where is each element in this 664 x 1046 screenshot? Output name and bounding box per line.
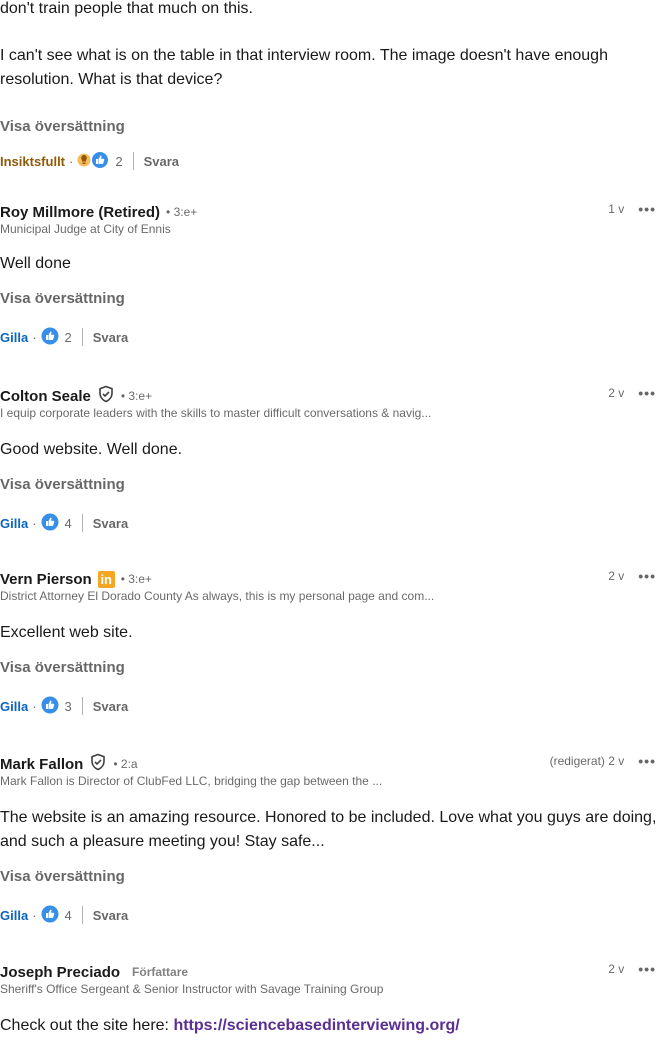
dot-separator: · (69, 153, 74, 169)
divider (81, 697, 83, 715)
commenter-headline: Sheriff's Office Sergeant & Senior Instr… (0, 982, 384, 996)
comment-text-line: don't train people that much on this. (0, 0, 253, 17)
divider (81, 514, 83, 532)
translate-link[interactable]: Visa översättning (0, 474, 125, 496)
comment-meta: (redigerat) 2 v ••• (550, 753, 656, 769)
commenter-headline: I equip corporate leaders with the skill… (0, 406, 432, 420)
dot-separator: · (32, 515, 37, 531)
social-actions: Insiktsfullt · 2 Svara (0, 150, 179, 172)
comment-text: Excellent web site. (0, 624, 133, 641)
divider (81, 328, 83, 346)
translate-link[interactable]: Visa översättning (0, 657, 125, 679)
more-options-icon[interactable]: ••• (638, 386, 656, 400)
commenter-headline: District Attorney El Dorado County As al… (0, 589, 435, 603)
like-reaction-icon[interactable] (41, 513, 59, 534)
comment-time: (redigerat) 2 v (549, 754, 625, 768)
comment-meta: 2 v ••• (608, 961, 656, 977)
comment-meta: 2 v ••• (608, 568, 656, 584)
comment-time: 2 v (608, 569, 625, 583)
comment-header: Vern Pierson in • 3:e+ (0, 568, 664, 590)
commenter-name[interactable]: Roy Millmore (Retired) (0, 204, 160, 221)
comment-item: Joseph Preciado Författare Sheriff's Off… (0, 961, 664, 1034)
comment-meta: 2 v ••• (608, 385, 656, 401)
like-button[interactable]: Gilla (0, 699, 28, 714)
reply-button[interactable]: Svara (144, 154, 179, 169)
like-reaction-icon[interactable] (41, 905, 59, 926)
reaction-count[interactable]: 3 (65, 699, 72, 714)
reaction-count[interactable]: 4 (65, 516, 72, 531)
comment-text: Good website. Well done. (0, 441, 183, 458)
social-actions: Gilla · 4 Svara (0, 904, 128, 926)
linkedin-premium-icon: in (97, 570, 115, 588)
like-button[interactable]: Gilla (0, 330, 28, 345)
comment-time: 1 v (608, 202, 625, 216)
social-actions: Gilla · 4 Svara (0, 512, 128, 534)
reply-button[interactable]: Svara (93, 699, 128, 714)
connection-degree: • 2:a (113, 757, 138, 771)
comment-item: Colton Seale • 3:e+ I equip corporate le… (0, 385, 664, 532)
commenter-name[interactable]: Joseph Preciado (0, 964, 120, 981)
connection-degree: • 3:e+ (166, 205, 198, 219)
website-link[interactable]: https://sciencebasedinterviewing.org/ (173, 1017, 459, 1034)
comment-text: The website is an amazing resource. Hono… (0, 809, 657, 850)
translate-link[interactable]: Visa översättning (0, 288, 125, 310)
commenter-headline: Mark Fallon is Director of ClubFed LLC, … (0, 774, 383, 788)
like-reaction-icon[interactable] (41, 327, 59, 348)
commenter-name[interactable]: Colton Seale (0, 388, 91, 405)
comment-item: Mark Fallon • 2:a Mark Fallon is Directo… (0, 753, 664, 924)
commenter-name[interactable]: Vern Pierson (0, 571, 92, 588)
social-actions: Gilla · 3 Svara (0, 695, 128, 717)
reply-button[interactable]: Svara (93, 908, 128, 923)
comment-header: Colton Seale • 3:e+ (0, 385, 664, 407)
reaction-button[interactable]: Insiktsfullt (0, 154, 65, 169)
comment-item: Vern Pierson in • 3:e+ District Attorney… (0, 568, 664, 715)
comment-text: Well done (0, 255, 71, 272)
reaction-count[interactable]: 2 (65, 330, 72, 345)
divider (81, 906, 83, 924)
reaction-count[interactable]: 2 (115, 154, 122, 169)
author-badge: Författare (132, 965, 189, 979)
comment-header: Joseph Preciado Författare (0, 961, 664, 983)
comment-text: I can't see what is on the table in that… (0, 47, 608, 88)
divider (132, 152, 134, 170)
comment-text-prefix: Check out the site here: (0, 1017, 174, 1034)
comment-time: 2 v (608, 386, 625, 400)
comment-header: Roy Millmore (Retired) • 3:e+ (0, 201, 664, 223)
more-options-icon[interactable]: ••• (638, 569, 656, 583)
like-reaction-icon[interactable] (91, 150, 110, 172)
more-options-icon[interactable]: ••• (638, 202, 656, 216)
translate-link[interactable]: Visa översättning (0, 116, 125, 138)
comment-meta: 1 v ••• (608, 201, 656, 217)
dot-separator: · (32, 907, 37, 923)
commenter-headline: Municipal Judge at City of Ennis (0, 222, 171, 236)
more-options-icon[interactable]: ••• (638, 962, 656, 976)
like-button[interactable]: Gilla (0, 516, 28, 531)
commenter-name[interactable]: Mark Fallon (0, 756, 83, 773)
reply-button[interactable]: Svara (93, 516, 128, 531)
reply-button[interactable]: Svara (93, 330, 128, 345)
translate-link[interactable]: Visa översättning (0, 866, 125, 888)
comment-text: Check out the site here: https://science… (0, 1014, 460, 1038)
reaction-count[interactable]: 4 (65, 908, 72, 923)
connection-degree: • 3:e+ (120, 572, 152, 586)
dot-separator: · (32, 698, 37, 714)
comment-time: 2 v (608, 962, 625, 976)
dot-separator: · (32, 329, 37, 345)
like-reaction-icon[interactable] (41, 696, 59, 717)
comment-item: Roy Millmore (Retired) • 3:e+ Municipal … (0, 201, 664, 346)
connection-degree: • 3:e+ (120, 389, 153, 403)
like-button[interactable]: Gilla (0, 908, 28, 923)
more-options-icon[interactable]: ••• (638, 754, 656, 768)
social-actions: Gilla · 2 Svara (0, 326, 128, 348)
